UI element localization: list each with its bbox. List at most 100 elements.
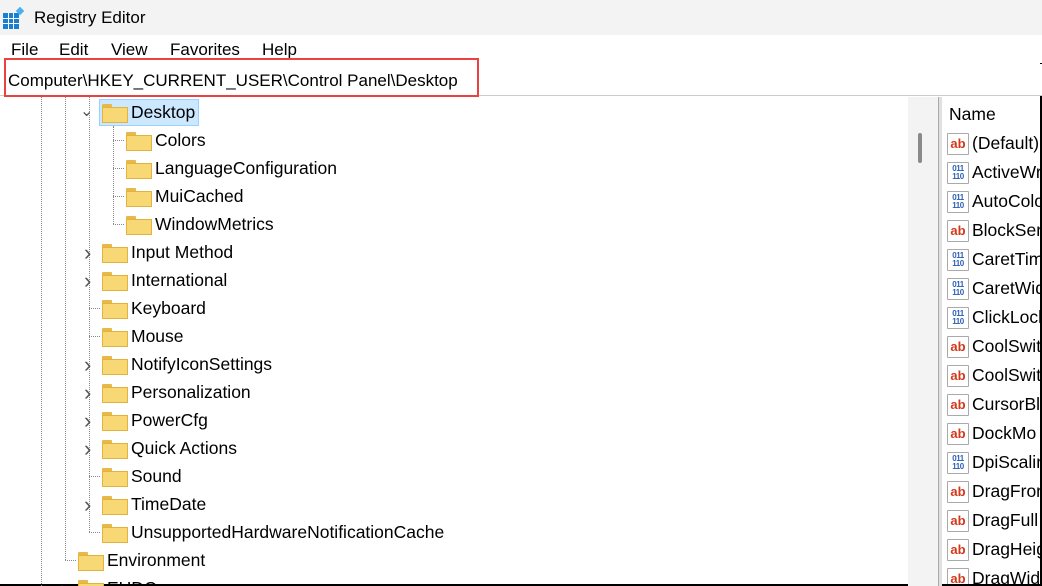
tree-node-label: MuiCached: [155, 186, 244, 207]
tree-node-label: International: [131, 270, 227, 291]
value-row[interactable]: abCursorBli: [947, 390, 1040, 419]
tree-node-desktop[interactable]: ⌄ Desktop: [80, 98, 199, 126]
chevron-right-icon[interactable]: ›: [84, 380, 91, 406]
chevron-right-icon[interactable]: ›: [84, 240, 91, 266]
folder-icon: [102, 272, 126, 289]
tree-node[interactable]: Keyboard: [102, 294, 206, 322]
value-name: DragFull: [972, 510, 1038, 531]
folder-icon: [102, 300, 126, 317]
folder-icon: [102, 244, 126, 261]
value-row[interactable]: 011110DpiScalin: [947, 448, 1040, 477]
string-value-icon: ab: [947, 336, 969, 358]
tree-node-label: Environment: [107, 550, 205, 571]
scrollbar-thumb[interactable]: [918, 133, 922, 163]
folder-icon: [78, 552, 102, 569]
tree-guide: [41, 97, 42, 586]
tree-node-label: NotifyIconSettings: [131, 354, 272, 375]
value-row[interactable]: abDragFull: [947, 506, 1038, 535]
title-bar: Registry Editor: [0, 0, 1042, 35]
value-row[interactable]: abDragWid: [947, 564, 1040, 584]
folder-icon: [102, 468, 126, 485]
tree-node[interactable]: International: [102, 266, 227, 294]
menu-favorites[interactable]: Favorites: [170, 40, 240, 60]
tree-node-label: Desktop: [131, 102, 195, 123]
tree-guide: [113, 224, 124, 225]
binary-value-icon: 011110: [947, 162, 969, 184]
value-name: CaretWid: [972, 278, 1040, 299]
chevron-right-icon[interactable]: ›: [84, 268, 91, 294]
tree-guide: [89, 532, 100, 533]
folder-icon: [102, 328, 126, 345]
menu-file[interactable]: File: [11, 40, 38, 60]
tree-node-label: Personalization: [131, 382, 251, 403]
value-row[interactable]: abCoolSwit: [947, 332, 1040, 361]
value-row[interactable]: abDragFron: [947, 477, 1040, 506]
menu-help[interactable]: Help: [262, 40, 297, 60]
binary-value-icon: 011110: [947, 191, 969, 213]
tree-node-label: Input Method: [131, 242, 233, 263]
tree-guide: [113, 168, 124, 169]
tree-node[interactable]: EUDC: [78, 574, 157, 586]
string-value-icon: ab: [947, 365, 969, 387]
value-name: DockMo: [972, 423, 1036, 444]
tree-node[interactable]: Sound: [102, 462, 182, 490]
value-row[interactable]: 011110CaretWid: [947, 274, 1040, 303]
address-highlight-box: [4, 58, 479, 97]
tree-node[interactable]: Environment: [78, 546, 205, 574]
tree-node[interactable]: TimeDate: [102, 490, 206, 518]
tree-guide: [89, 336, 100, 337]
string-value-icon: ab: [947, 394, 969, 416]
value-row[interactable]: abBlockSen: [947, 216, 1040, 245]
value-name: ActiveWr: [972, 162, 1040, 183]
value-row[interactable]: ab(Default): [947, 129, 1039, 158]
value-row[interactable]: abCoolSwit: [947, 361, 1040, 390]
value-row[interactable]: 011110ClickLock: [947, 303, 1040, 332]
tree-node-label: Mouse: [131, 326, 184, 347]
tree-node[interactable]: Colors: [126, 126, 206, 154]
tree-node-label: Sound: [131, 466, 182, 487]
tree-node[interactable]: Quick Actions: [102, 434, 237, 462]
chevron-right-icon[interactable]: ›: [84, 436, 91, 462]
chevron-right-icon[interactable]: ›: [84, 492, 91, 518]
tree-guide: [113, 140, 124, 141]
chevron-right-icon[interactable]: ›: [84, 408, 91, 434]
value-name: DpiScalin: [972, 452, 1040, 473]
value-row[interactable]: 011110CaretTim: [947, 245, 1040, 274]
string-value-icon: ab: [947, 133, 969, 155]
tree-node-label: Quick Actions: [131, 438, 237, 459]
window-title: Registry Editor: [34, 8, 145, 28]
folder-icon: [102, 384, 126, 401]
chevron-right-icon[interactable]: ›: [60, 576, 67, 586]
value-name: DragHeig: [972, 539, 1040, 560]
tree-node[interactable]: PowerCfg: [102, 406, 208, 434]
tree-node[interactable]: Mouse: [102, 322, 184, 350]
value-row[interactable]: abDockMo: [947, 419, 1036, 448]
chevron-right-icon[interactable]: ›: [84, 352, 91, 378]
value-name: DragFron: [972, 481, 1040, 502]
tree-node-label: Colors: [155, 130, 206, 151]
value-row[interactable]: abDragHeig: [947, 535, 1040, 564]
tree-node[interactable]: WindowMetrics: [126, 210, 274, 238]
tree-node[interactable]: Personalization: [102, 378, 251, 406]
tree-guide: [89, 308, 100, 309]
registry-editor-icon: [3, 7, 25, 29]
menu-view[interactable]: View: [111, 40, 148, 60]
value-name: CoolSwit: [972, 365, 1040, 386]
column-header-name[interactable]: Name: [949, 104, 996, 125]
value-name: CursorBli: [972, 394, 1040, 415]
menu-edit[interactable]: Edit: [59, 40, 88, 60]
value-name: BlockSen: [972, 220, 1040, 241]
tree-node[interactable]: Input Method: [102, 238, 233, 266]
value-row[interactable]: 011110AutoColo: [947, 187, 1040, 216]
tree-node[interactable]: LanguageConfiguration: [126, 154, 337, 182]
folder-icon: [126, 132, 150, 149]
tree-node-label: PowerCfg: [131, 410, 208, 431]
tree-node[interactable]: NotifyIconSettings: [102, 350, 272, 378]
tree-scrollbar[interactable]: [908, 97, 938, 586]
value-row[interactable]: 011110ActiveWr: [947, 158, 1040, 187]
value-name: DragWid: [972, 568, 1040, 584]
tree-node[interactable]: MuiCached: [126, 182, 244, 210]
values-list: Name ab(Default)011110ActiveWr011110Auto…: [942, 97, 1040, 584]
tree-node[interactable]: UnsupportedHardwareNotificationCache: [102, 518, 444, 546]
chevron-down-icon[interactable]: ⌄: [80, 101, 93, 121]
